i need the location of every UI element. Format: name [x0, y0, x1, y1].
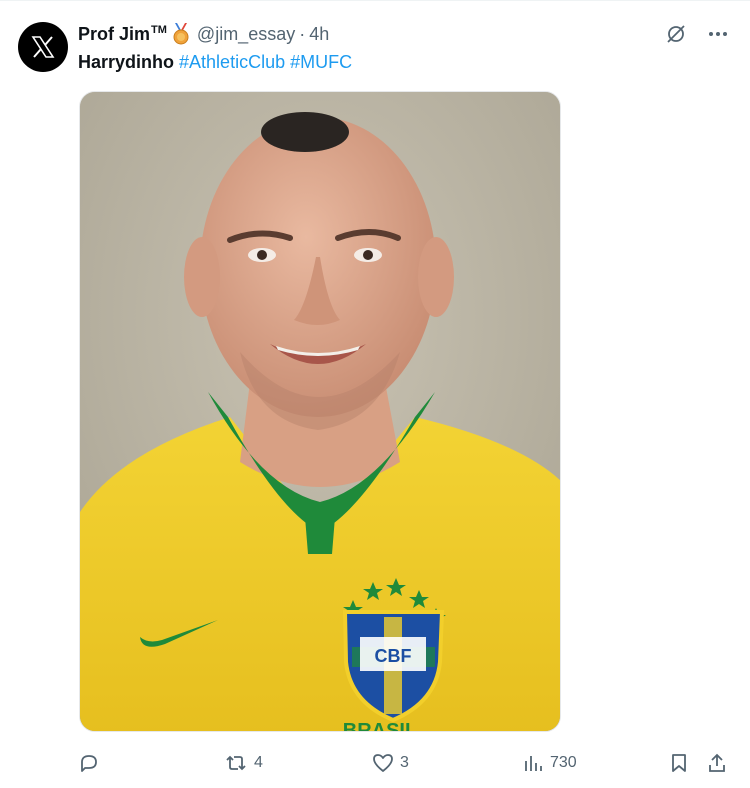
repost-button[interactable]: 4 — [224, 750, 263, 776]
tweet-image[interactable]: CBF BRASIL — [79, 91, 561, 732]
views-count: 730 — [550, 754, 577, 771]
grok-icon[interactable] — [664, 22, 688, 46]
repost-count: 4 — [254, 754, 263, 771]
share-icon — [709, 753, 725, 772]
tweet-text: Harrydinho #AthleticClub #MUFC — [78, 50, 352, 74]
share-button[interactable] — [706, 750, 728, 776]
bookmark-button[interactable] — [668, 750, 690, 776]
tweet-actions: 4 3 730 — [78, 750, 734, 776]
tweet-text-plain: Harrydinho — [78, 52, 175, 72]
display-name[interactable]: Prof JimTM — [78, 24, 167, 45]
x-logo-icon — [31, 36, 55, 58]
tweet[interactable]: Prof JimTM @jim_essay · 4h Harrydinho #A… — [0, 0, 750, 788]
portrait-illustration: CBF BRASIL — [80, 92, 560, 732]
more-options-icon[interactable] — [706, 22, 730, 46]
reply-icon — [81, 755, 97, 772]
like-count: 3 — [400, 754, 409, 771]
reply-button[interactable] — [78, 750, 106, 776]
avatar[interactable] — [18, 22, 68, 72]
bookmark-icon — [672, 754, 686, 772]
views-button[interactable]: 730 — [522, 750, 577, 776]
timestamp[interactable]: 4h — [309, 24, 329, 45]
hashtag-mufc[interactable]: #MUFC — [290, 52, 352, 72]
analytics-icon — [525, 756, 542, 771]
hashtag-athleticclub[interactable]: #AthleticClub — [179, 52, 285, 72]
crest-label: CBF — [375, 646, 412, 666]
repost-icon — [226, 755, 246, 771]
tweet-header: Prof JimTM @jim_essay · 4h — [78, 22, 329, 46]
shirt-label: BRASIL — [343, 720, 417, 732]
tweet-top-actions — [664, 22, 730, 46]
medal-icon — [171, 23, 191, 45]
like-button[interactable]: 3 — [372, 750, 409, 776]
heart-icon — [373, 754, 393, 772]
separator-dot: · — [299, 23, 306, 44]
user-handle[interactable]: @jim_essay — [197, 24, 295, 45]
trademark-label: TM — [151, 23, 167, 36]
